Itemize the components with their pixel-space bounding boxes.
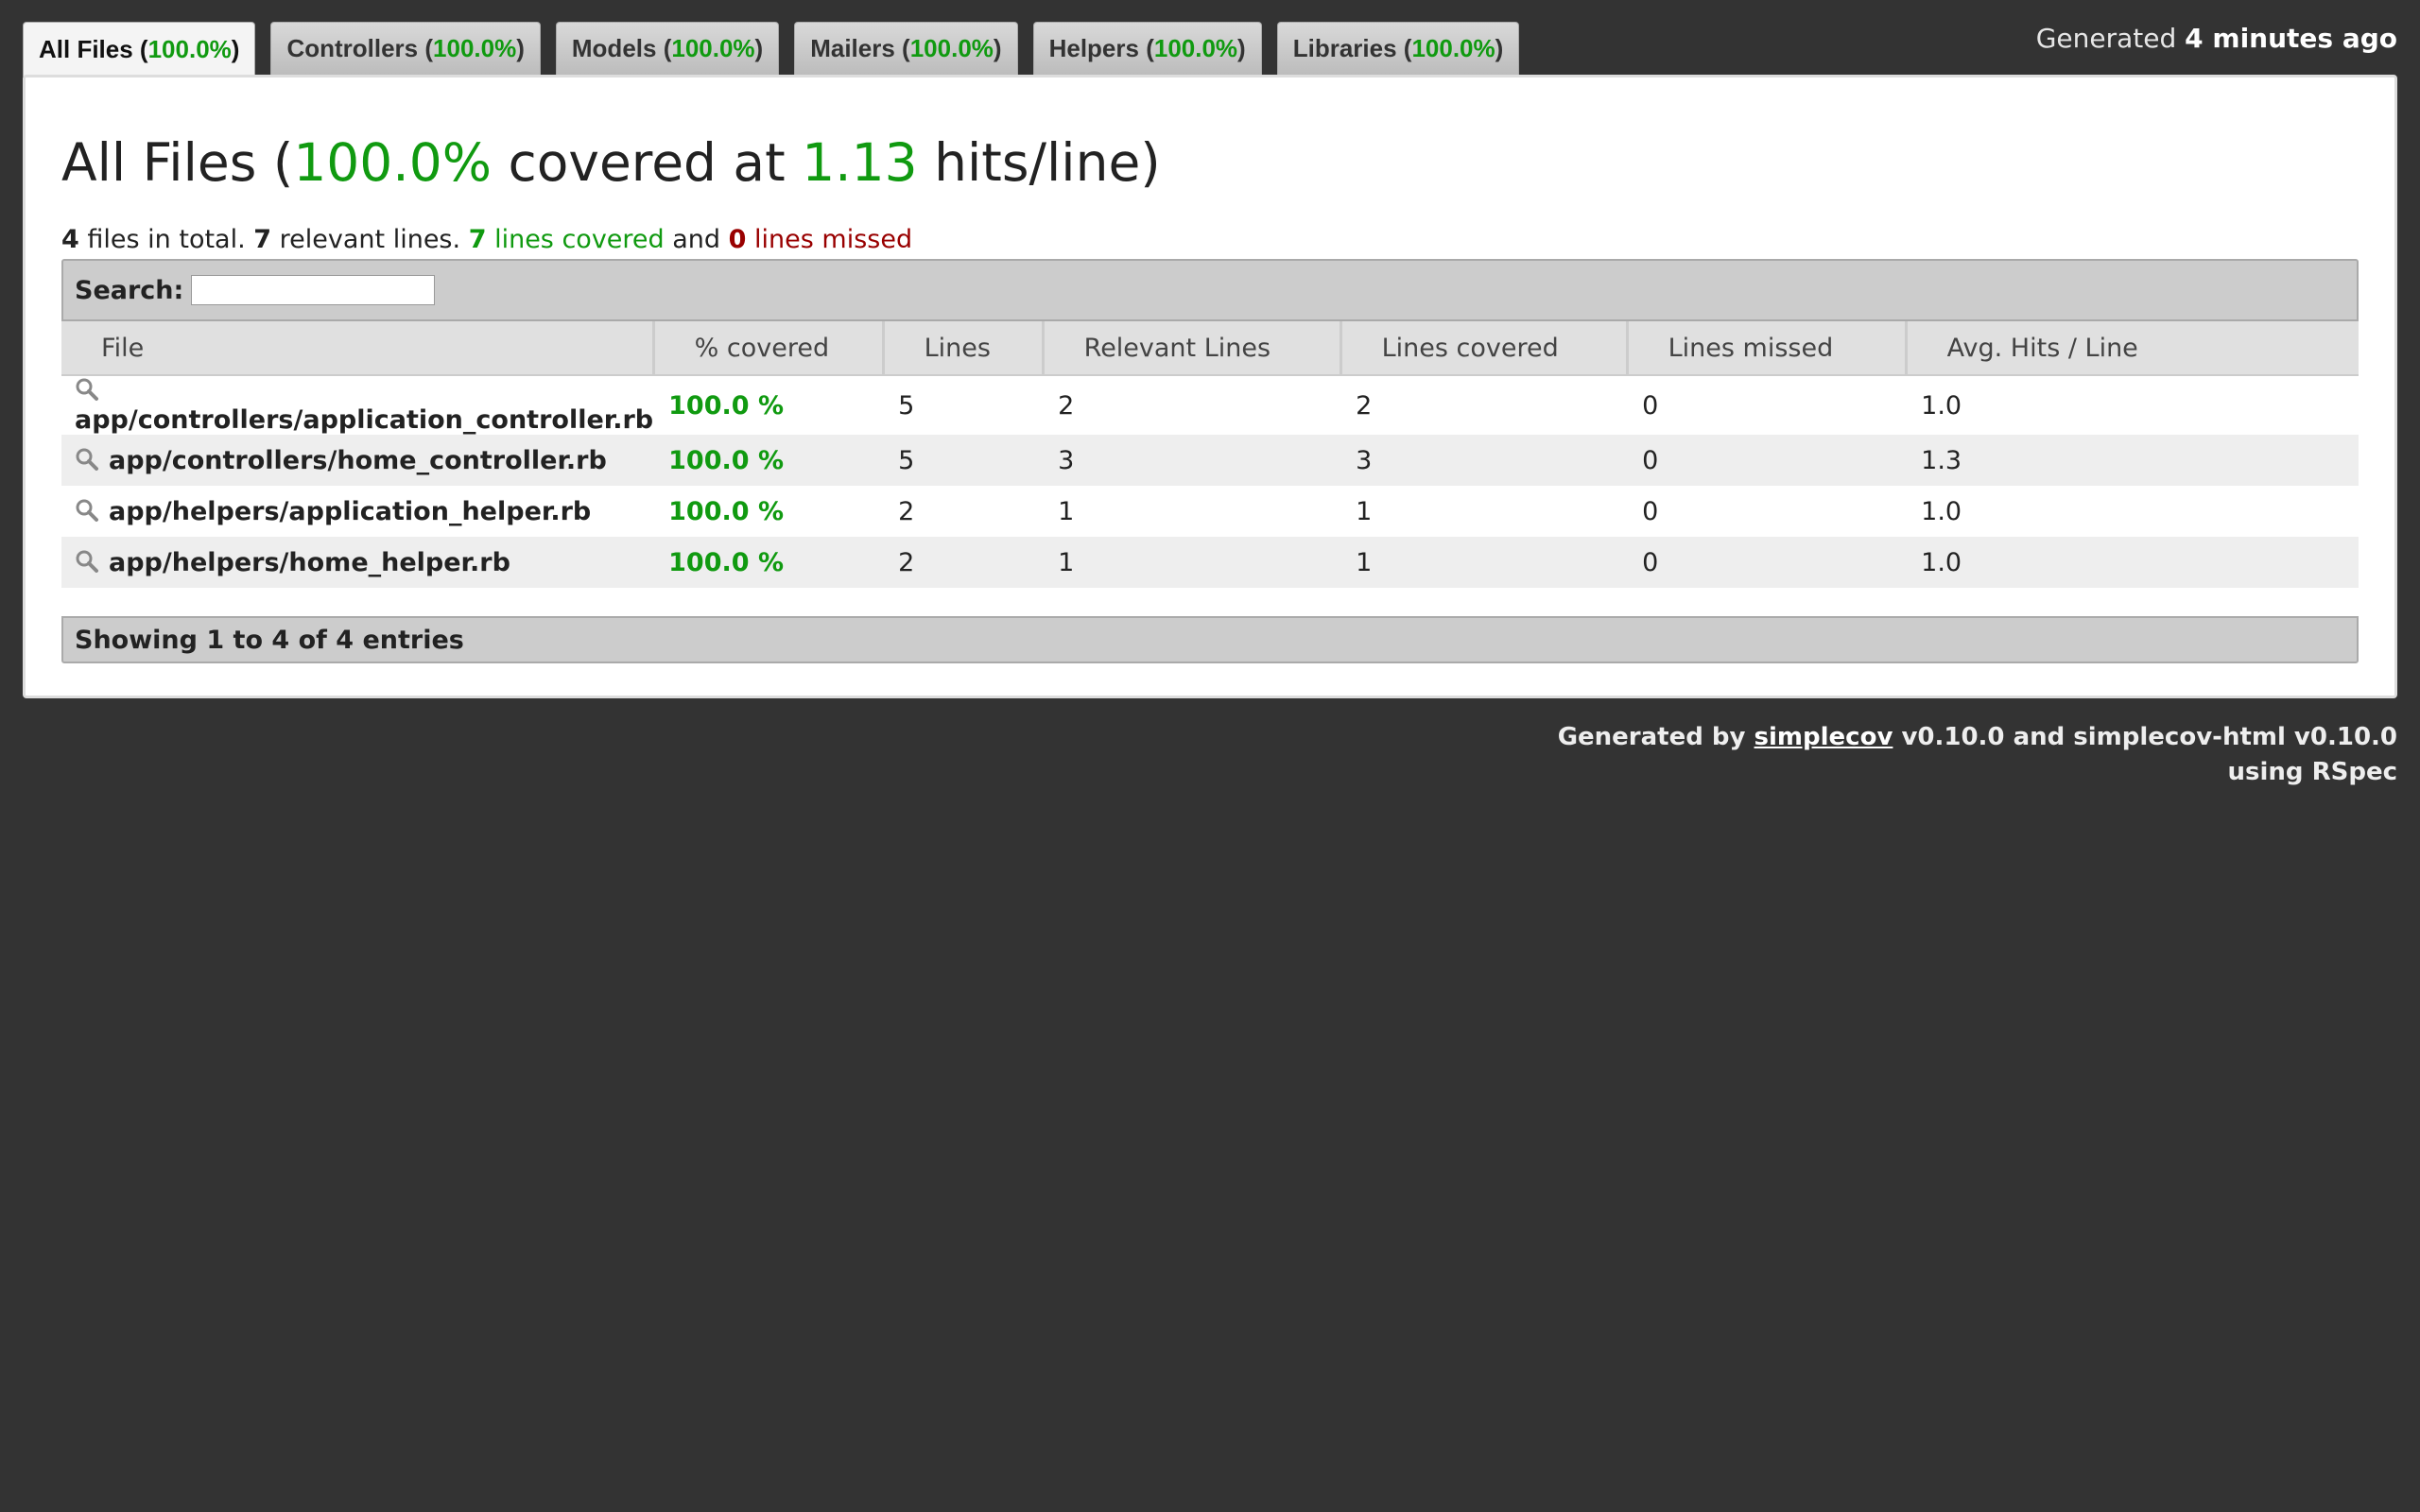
percent-covered-cell: 100.0 % <box>653 435 884 486</box>
file-link[interactable]: app/helpers/home_helper.rb <box>109 548 510 577</box>
generated-timestamp: Generated 4 minutes ago <box>2036 23 2397 54</box>
lines-cell: 5 <box>883 435 1044 486</box>
tab-all-files[interactable]: All Files (100.0%) <box>23 22 256 77</box>
relevant-lines-cell: 3 <box>1043 435 1341 486</box>
lines-missed-cell: 0 <box>1627 537 1907 588</box>
simplecov-link[interactable]: simplecov <box>1754 723 1893 751</box>
content-panel: All Files (100.0% covered at 1.13 hits/l… <box>23 75 2397 698</box>
table-header-row: File % covered Lines Relevant Lines Line… <box>61 321 2359 376</box>
file-link[interactable]: app/controllers/home_controller.rb <box>109 446 607 475</box>
coverage-summary: 4 files in total. 7 relevant lines. 7 li… <box>61 225 912 254</box>
page-title: All Files (100.0% covered at 1.13 hits/l… <box>61 132 1161 193</box>
relevant-lines-cell: 1 <box>1043 537 1341 588</box>
tab-label: Controllers <box>286 34 419 62</box>
lines-missed-cell: 0 <box>1642 496 1659 526</box>
table-info-bar: Showing 1 to 4 of 4 entries <box>61 616 2359 663</box>
tab-bar: All Files (100.0%) Controllers (100.0%) … <box>23 22 1520 77</box>
summary-files-text: files in total. <box>87 225 246 254</box>
table-row: app/helpers/home_helper.rb 100.0 % 2 1 1… <box>61 537 2359 588</box>
tab-percent: 100.0% <box>433 34 517 62</box>
avg-hits-cell: 1.3 <box>1906 435 2359 486</box>
tab-controllers[interactable]: Controllers (100.0%) <box>270 22 541 75</box>
entries-info: Showing 1 to 4 of 4 entries <box>75 625 464 655</box>
percent-covered-cell: 100.0 % <box>653 537 884 588</box>
magnifier-icon <box>76 499 98 522</box>
file-cell[interactable]: app/helpers/application_helper.rb <box>61 486 653 537</box>
column-header-lines-covered[interactable]: Lines covered <box>1340 321 1629 376</box>
magnifier-icon <box>76 378 98 401</box>
search-input[interactable] <box>191 275 436 305</box>
magnifier-icon <box>76 448 98 471</box>
file-cell[interactable]: app/helpers/home_helper.rb <box>61 537 654 588</box>
tab-label: Mailers <box>810 34 895 62</box>
table-row: app/controllers/application_controller.r… <box>61 375 2359 435</box>
tab-percent: 100.0% <box>671 34 755 62</box>
summary-covered-text: lines covered <box>494 225 665 254</box>
percent-covered-cell: 100.0 % <box>668 496 784 526</box>
title-percent: 100.0% <box>293 132 493 193</box>
tab-label: Libraries <box>1292 34 1397 62</box>
generated-time: 4 minutes ago <box>2185 23 2397 54</box>
column-header-lines[interactable]: Lines <box>883 321 1045 376</box>
tab-models[interactable]: Models (100.0%) <box>555 22 780 75</box>
tab-label: Helpers <box>1048 34 1139 62</box>
summary-files-count: 4 <box>61 225 79 254</box>
column-header-lines-missed[interactable]: Lines missed <box>1627 321 1908 376</box>
title-text: All Files <box>61 132 257 193</box>
file-cell[interactable]: app/controllers/application_controller.r… <box>61 375 653 435</box>
credit-line-2: using RSpec <box>2227 758 2397 786</box>
lines-cell: 2 <box>883 537 1044 588</box>
lines-covered-cell: 3 <box>1340 435 1628 486</box>
tab-percent: 100.0% <box>1411 34 1495 62</box>
lines-covered-cell: 2 <box>1356 390 1373 421</box>
summary-relevant-count: 7 <box>253 225 272 254</box>
title-unit: hits/line) <box>934 132 1161 193</box>
avg-hits-cell: 1.0 <box>1921 390 1962 421</box>
column-header-percent-covered[interactable]: % covered <box>653 321 885 376</box>
credit-versions: v0.10.0 and simplecov-html v0.10.0 <box>1901 723 2397 751</box>
summary-missed-count: 0 <box>728 225 747 254</box>
avg-hits-cell: 1.0 <box>1921 496 1962 526</box>
lines-covered-cell: 1 <box>1340 537 1628 588</box>
column-header-file[interactable]: File <box>61 321 655 376</box>
credit-by: Generated by <box>1557 723 1746 751</box>
relevant-lines-cell: 1 <box>1058 496 1075 526</box>
tab-label: Models <box>571 34 657 62</box>
tab-mailers[interactable]: Mailers (100.0%) <box>794 22 1018 75</box>
percent-covered-cell: 100.0 % <box>668 390 784 421</box>
title-hits: 1.13 <box>802 132 918 193</box>
lines-covered-cell: 1 <box>1356 496 1373 526</box>
summary-and: and <box>672 225 721 254</box>
column-header-avg-hits[interactable]: Avg. Hits / Line <box>1906 321 2359 376</box>
tab-label: All Files <box>39 35 133 63</box>
summary-covered-count: 7 <box>468 225 487 254</box>
tab-libraries[interactable]: Libraries (100.0%) <box>1276 22 1520 75</box>
tab-helpers[interactable]: Helpers (100.0%) <box>1032 22 1262 75</box>
title-covered-at: covered at <box>508 132 786 193</box>
lines-cell: 5 <box>898 390 915 421</box>
file-list-table: File % covered Lines Relevant Lines Line… <box>61 321 2359 588</box>
summary-missed-text: lines missed <box>754 225 913 254</box>
summary-relevant-text: relevant lines. <box>279 225 461 254</box>
magnifier-icon <box>76 550 98 573</box>
search-bar: Search: <box>61 259 2359 321</box>
footer-credit: Generated by simplecov v0.10.0 and simpl… <box>1558 720 2397 790</box>
lines-missed-cell: 0 <box>1642 390 1659 421</box>
tab-percent: 100.0% <box>147 35 232 63</box>
lines-missed-cell: 0 <box>1627 435 1907 486</box>
lines-cell: 2 <box>898 496 915 526</box>
relevant-lines-cell: 2 <box>1058 390 1075 421</box>
file-cell[interactable]: app/controllers/home_controller.rb <box>61 435 654 486</box>
file-link[interactable]: app/controllers/application_controller.r… <box>75 405 653 435</box>
tab-percent: 100.0% <box>909 34 994 62</box>
avg-hits-cell: 1.0 <box>1906 537 2359 588</box>
column-header-relevant-lines[interactable]: Relevant Lines <box>1043 321 1342 376</box>
table-row: app/helpers/application_helper.rb 100.0 … <box>61 486 2359 537</box>
generated-prefix: Generated <box>2035 23 2177 54</box>
table-row: app/controllers/home_controller.rb 100.0… <box>61 435 2359 486</box>
file-link[interactable]: app/helpers/application_helper.rb <box>109 497 591 526</box>
search-label: Search: <box>75 275 184 305</box>
tab-percent: 100.0% <box>1153 34 1238 62</box>
credit-line-1: Generated by simplecov v0.10.0 and simpl… <box>1558 720 2397 755</box>
